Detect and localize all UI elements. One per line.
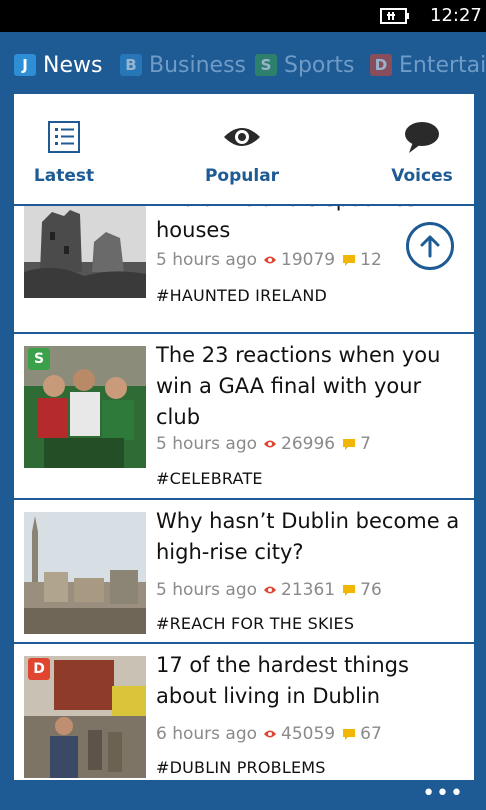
article-item[interactable]: D 17 of the hardest things about living … (14, 644, 474, 780)
article-meta: 5 hours ago 26996 7 (156, 434, 371, 454)
entertainment-badge-icon: D (370, 54, 392, 76)
article-time: 5 hours ago (156, 580, 258, 600)
comments-icon (343, 729, 356, 740)
views-icon (264, 586, 277, 594)
pivot-item-business[interactable]: B Business (120, 50, 246, 80)
comments-icon (343, 439, 356, 450)
pivot-header: J News B Business S Sports D Entertain (0, 32, 486, 94)
scroll-to-top-button[interactable] (406, 222, 454, 270)
article-time: 5 hours ago (156, 250, 258, 270)
tab-latest-label: Latest (33, 166, 95, 186)
article-thumbnail (24, 512, 146, 634)
pivot-item-sports[interactable]: S Sports (255, 50, 355, 80)
battery-charging-icon (380, 8, 409, 24)
pivot-label-news: News (43, 52, 103, 78)
article-meta: 6 hours ago 45059 67 (156, 724, 382, 744)
arrow-up-icon (420, 235, 440, 258)
sports-category-icon: S (28, 348, 50, 370)
eye-icon (224, 128, 260, 146)
article-time: 6 hours ago (156, 724, 258, 744)
news-badge-icon: J (14, 54, 36, 76)
article-headline: 17 of the hardest things about living in… (156, 653, 409, 708)
article-views: 26996 (281, 434, 336, 454)
tab-voices-label: Voices (391, 166, 453, 186)
tab-voices[interactable]: Voices (362, 94, 474, 204)
status-bar: 12:27 (0, 0, 486, 32)
article-hashtag[interactable]: #REACH FOR THE SKIES (156, 614, 354, 633)
entertainment-category-icon: D (28, 658, 50, 680)
tab-popular[interactable]: Popular (182, 94, 302, 204)
filter-bar: Latest Popular Voices (14, 94, 474, 206)
article-hashtag[interactable]: #HAUNTED IRELAND (156, 286, 327, 305)
article-views: 21361 (281, 580, 336, 600)
article-hashtag[interactable]: #DUBLIN PROBLEMS (156, 758, 326, 777)
pivot-label-entertainment: Entertain (399, 52, 486, 78)
pivot-label-sports: Sports (284, 52, 355, 78)
pivot-item-news[interactable]: J News (14, 50, 102, 80)
comments-icon (343, 255, 356, 266)
article-meta: 5 hours ago 19079 12 (156, 250, 382, 270)
clock: 12:27 (430, 5, 482, 26)
pivot-item-entertainment[interactable]: D Entertain (370, 50, 486, 80)
sports-badge-icon: S (255, 54, 277, 76)
article-item[interactable]: Why hasn’t Dublin become a high-rise cit… (14, 500, 474, 644)
more-options-button[interactable]: ••• (422, 783, 464, 805)
views-icon (264, 730, 277, 738)
speech-bubble-icon (405, 122, 439, 153)
article-item[interactable]: two of Ireland’s spookiest houses 5 hour… (14, 187, 474, 334)
article-comments: 76 (360, 580, 382, 600)
list-icon (48, 121, 80, 153)
app-bar: ••• (0, 780, 486, 810)
article-comments: 7 (360, 434, 371, 454)
pivot-label-business: Business (149, 52, 247, 78)
comments-icon (343, 585, 356, 596)
tab-latest[interactable]: Latest (14, 94, 124, 204)
article-meta: 5 hours ago 21361 76 (156, 580, 382, 600)
article-headline: The 23 reactions when you win a GAA fina… (156, 343, 441, 429)
dublin-skyline-photo (24, 512, 146, 634)
news-feed[interactable]: Latest Popular Voices houses 5 hours ago… (14, 94, 474, 780)
article-hashtag[interactable]: #CELEBRATE (156, 469, 263, 488)
article-comments: 67 (360, 724, 382, 744)
article-headline: Why hasn’t Dublin become a high-rise cit… (156, 509, 460, 564)
article-thumbnail (24, 202, 146, 298)
article-views: 19079 (281, 250, 336, 270)
article-views: 45059 (281, 724, 336, 744)
business-badge-icon: B (120, 54, 142, 76)
castle-photo (24, 202, 146, 298)
article-time: 5 hours ago (156, 434, 258, 454)
views-icon (264, 256, 277, 264)
article-comments: 12 (360, 250, 382, 270)
article-item[interactable]: S The 23 reactions when you win a GAA fi… (14, 334, 474, 500)
views-icon (264, 440, 277, 448)
tab-popular-label: Popular (204, 166, 280, 186)
